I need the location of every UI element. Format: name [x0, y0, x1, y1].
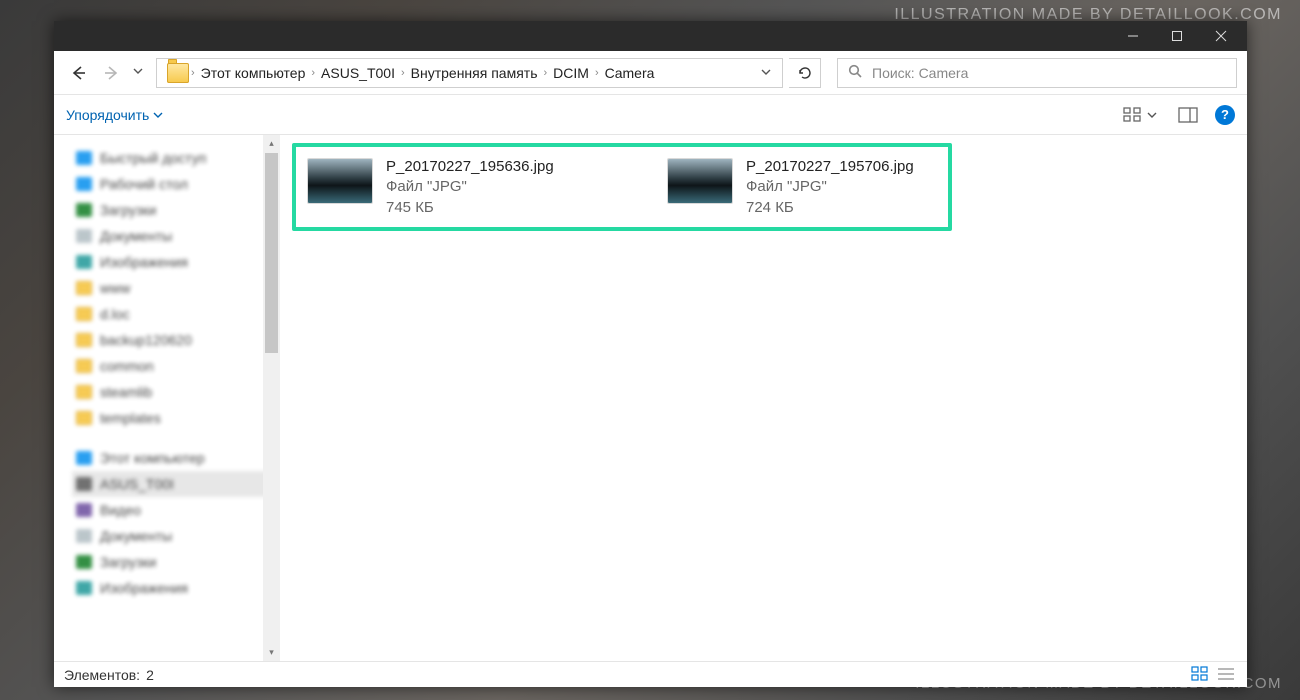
- preview-pane-button[interactable]: [1175, 102, 1201, 128]
- file-item[interactable]: P_20170227_195636.jpg Файл "JPG" 745 КБ: [308, 157, 608, 218]
- search-icon: [848, 64, 872, 81]
- status-bar: Элементов: 2: [54, 661, 1247, 687]
- sidebar-scrollbar[interactable]: ▴ ▾: [263, 135, 280, 661]
- view-tiles-button[interactable]: [1191, 666, 1211, 684]
- file-size: 745 КБ: [386, 198, 554, 218]
- sidebar-item-this-pc[interactable]: Этот компьютер: [72, 445, 280, 471]
- navigation-sidebar[interactable]: Быстрый доступ Рабочий стол Загрузки Док…: [54, 135, 280, 661]
- status-count: 2: [146, 667, 154, 683]
- sidebar-item-folder[interactable]: www: [72, 275, 280, 301]
- view-options-dropdown[interactable]: [1147, 107, 1165, 123]
- sidebar-item-folder[interactable]: d.loc: [72, 301, 280, 327]
- sidebar-item-desktop[interactable]: Рабочий стол: [72, 171, 280, 197]
- search-box[interactable]: [837, 58, 1237, 88]
- sidebar-item-pictures[interactable]: Изображения: [72, 249, 280, 275]
- titlebar: [54, 21, 1247, 51]
- view-options-button[interactable]: [1119, 102, 1145, 128]
- sidebar-item-folder[interactable]: steamlib: [72, 379, 280, 405]
- sidebar-item-folder[interactable]: templates: [72, 405, 280, 431]
- breadcrumb-dropdown[interactable]: [760, 65, 772, 81]
- sidebar-item-documents[interactable]: Документы: [72, 523, 280, 549]
- history-dropdown[interactable]: [132, 64, 150, 82]
- explorer-window: › Этот компьютер › ASUS_T00I › Внутрення…: [54, 21, 1247, 687]
- help-button[interactable]: ?: [1215, 105, 1235, 125]
- scroll-thumb[interactable]: [265, 153, 278, 353]
- nav-back-button[interactable]: [64, 59, 92, 87]
- sidebar-item-documents[interactable]: Документы: [72, 223, 280, 249]
- file-list[interactable]: P_20170227_195636.jpg Файл "JPG" 745 КБ …: [280, 135, 1247, 661]
- crumb-this-pc[interactable]: Этот компьютер: [195, 65, 312, 81]
- view-details-button[interactable]: [1217, 666, 1237, 684]
- sidebar-item-downloads[interactable]: Загрузки: [72, 197, 280, 223]
- sidebar-item-folder[interactable]: backup120620: [72, 327, 280, 353]
- organize-label: Упорядочить: [66, 107, 149, 123]
- sidebar-item-quick-access[interactable]: Быстрый доступ: [72, 145, 280, 171]
- status-label: Элементов:: [64, 667, 140, 683]
- file-type: Файл "JPG": [746, 177, 914, 197]
- folder-icon: [167, 63, 189, 83]
- crumb-device[interactable]: ASUS_T00I: [315, 65, 401, 81]
- crumb-camera[interactable]: Camera: [599, 65, 661, 81]
- refresh-button[interactable]: [789, 58, 821, 88]
- file-type: Файл "JPG": [386, 177, 554, 197]
- search-input[interactable]: [872, 65, 1226, 81]
- crumb-storage[interactable]: Внутренняя память: [405, 65, 544, 81]
- toolbar: Упорядочить ?: [54, 95, 1247, 135]
- close-button[interactable]: [1199, 21, 1243, 51]
- sidebar-item-videos[interactable]: Видео: [72, 497, 280, 523]
- organize-menu[interactable]: Упорядочить: [66, 107, 163, 123]
- file-name: P_20170227_195706.jpg: [746, 157, 914, 177]
- sidebar-item-pictures[interactable]: Изображения: [72, 575, 280, 601]
- minimize-button[interactable]: [1111, 21, 1155, 51]
- scroll-up-button[interactable]: ▴: [263, 135, 280, 152]
- sidebar-item-downloads[interactable]: Загрузки: [72, 549, 280, 575]
- file-thumbnail: [308, 159, 372, 203]
- file-name: P_20170227_195636.jpg: [386, 157, 554, 177]
- maximize-button[interactable]: [1155, 21, 1199, 51]
- sidebar-item-device[interactable]: ASUS_T00I: [72, 471, 280, 497]
- file-item[interactable]: P_20170227_195706.jpg Файл "JPG" 724 КБ: [668, 157, 968, 218]
- sidebar-item-folder[interactable]: common: [72, 353, 280, 379]
- crumb-dcim[interactable]: DCIM: [547, 65, 595, 81]
- file-size: 724 КБ: [746, 198, 914, 218]
- breadcrumb[interactable]: › Этот компьютер › ASUS_T00I › Внутрення…: [156, 58, 783, 88]
- nav-forward-button[interactable]: [98, 59, 126, 87]
- address-row: › Этот компьютер › ASUS_T00I › Внутрення…: [54, 51, 1247, 95]
- caret-down-icon: [153, 110, 163, 120]
- body: Быстрый доступ Рабочий стол Загрузки Док…: [54, 135, 1247, 661]
- file-thumbnail: [668, 159, 732, 203]
- scroll-down-button[interactable]: ▾: [263, 644, 280, 661]
